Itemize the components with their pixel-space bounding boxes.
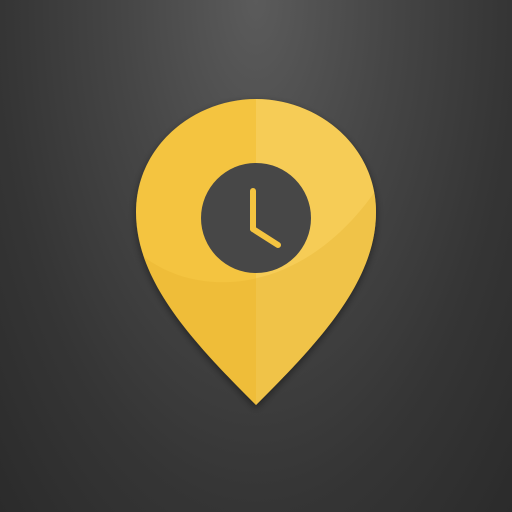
app-icon [0,0,512,512]
clock-icon [201,163,311,273]
location-clock-icon [136,99,376,405]
